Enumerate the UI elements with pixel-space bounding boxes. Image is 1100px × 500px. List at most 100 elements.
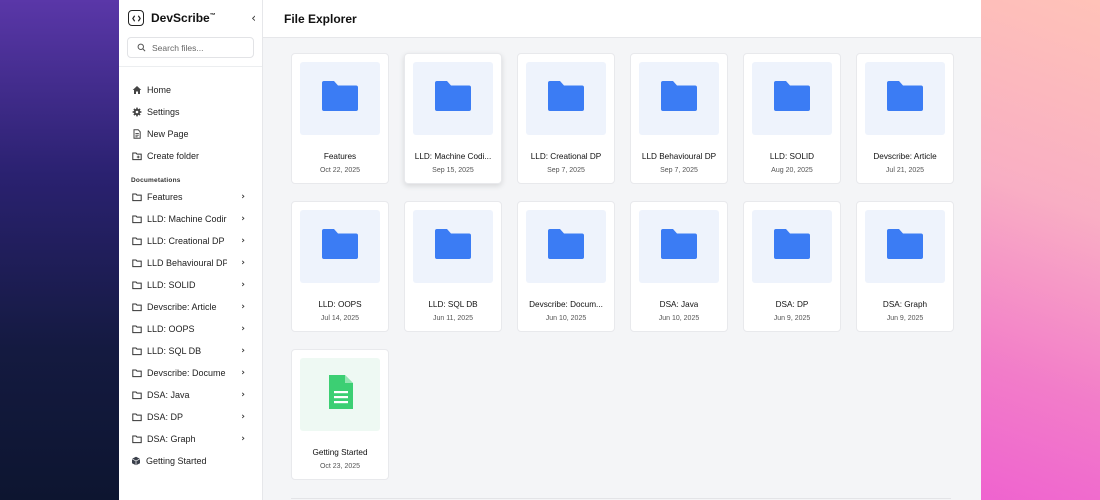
chevron-right-icon[interactable]: › bbox=[241, 258, 245, 268]
search-box[interactable] bbox=[127, 37, 254, 58]
sidebar-folder-lld-solid[interactable]: LLD: SOLID › bbox=[119, 274, 262, 296]
folder-icon bbox=[132, 434, 142, 444]
sidebar-item-create-folder[interactable]: Create folder bbox=[119, 145, 262, 167]
folder-card-lld-machine-codi[interactable]: LLD: Machine Codi... Sep 15, 2025 bbox=[404, 53, 502, 184]
card-thumbnail bbox=[526, 62, 606, 135]
card-thumbnail bbox=[752, 62, 832, 135]
desktop-background-left bbox=[0, 0, 119, 500]
card-thumbnail bbox=[865, 62, 945, 135]
folder-icon bbox=[885, 76, 925, 121]
chevron-right-icon[interactable]: › bbox=[241, 324, 245, 334]
sidebar-item-label: Getting Started bbox=[146, 456, 207, 466]
documentation-nav: Features › LLD: Machine Codir › LLD: Creatio… bbox=[119, 186, 262, 450]
sidebar-item-getting-started[interactable]: Getting Started bbox=[119, 450, 262, 472]
sidebar-folder-lld-oops[interactable]: LLD: OOPS › bbox=[119, 318, 262, 340]
file-card-getting-started[interactable]: Getting Started Oct 23, 2025 bbox=[291, 349, 389, 480]
folder-card-dsa-java[interactable]: DSA: Java Jun 10, 2025 bbox=[630, 201, 728, 332]
folder-icon bbox=[320, 76, 360, 121]
new-page-icon bbox=[132, 129, 142, 139]
folder-card-lld-sql-db[interactable]: LLD: SQL DB Jun 11, 2025 bbox=[404, 201, 502, 332]
folder-icon bbox=[772, 224, 812, 269]
card-date: Jun 10, 2025 bbox=[658, 315, 700, 322]
card-date: Jun 9, 2025 bbox=[886, 315, 924, 322]
card-thumbnail bbox=[865, 210, 945, 283]
sidebar-folder-devscribe-docume[interactable]: Devscribe: Docume › bbox=[119, 362, 262, 384]
sidebar-item-label: Settings bbox=[147, 107, 180, 117]
page-title: File Explorer bbox=[284, 11, 357, 26]
folder-card-lld-solid[interactable]: LLD: SOLID Aug 20, 2025 bbox=[743, 53, 841, 184]
sidebar-folder-lld-machine-codir[interactable]: LLD: Machine Codir › bbox=[119, 208, 262, 230]
folder-icon bbox=[132, 390, 142, 400]
folder-icon bbox=[132, 236, 142, 246]
sidebar-folder-lld-sql-db[interactable]: LLD: SQL DB › bbox=[119, 340, 262, 362]
folder-icon bbox=[659, 224, 699, 269]
sidebar-item-label: LLD Behavioural DP bbox=[147, 258, 227, 268]
card-date: Jun 11, 2025 bbox=[433, 315, 473, 322]
sidebar-item-new-page[interactable]: New Page bbox=[119, 123, 262, 145]
desktop-background-right bbox=[981, 0, 1100, 500]
sidebar-folder-dsa-dp[interactable]: DSA: DP › bbox=[119, 406, 262, 428]
sidebar-item-label: LLD: Creational DP bbox=[147, 236, 225, 246]
folder-icon bbox=[433, 224, 473, 269]
card-thumbnail bbox=[639, 62, 719, 135]
chevron-right-icon[interactable]: › bbox=[241, 412, 245, 422]
folder-card-features[interactable]: Features Oct 22, 2025 bbox=[291, 53, 389, 184]
folder-card-devscribe-article[interactable]: Devscribe: Article Jul 21, 2025 bbox=[856, 53, 954, 184]
card-thumbnail bbox=[413, 210, 493, 283]
chevron-right-icon[interactable]: › bbox=[241, 434, 245, 444]
chevron-right-icon[interactable]: › bbox=[241, 214, 245, 224]
sidebar-item-label: LLD: Machine Codir bbox=[147, 214, 227, 224]
search-icon bbox=[137, 43, 146, 52]
card-thumbnail bbox=[300, 210, 380, 283]
chevron-right-icon[interactable]: › bbox=[241, 368, 245, 378]
chevron-right-icon[interactable]: › bbox=[241, 280, 245, 290]
app-logo-icon bbox=[128, 10, 144, 26]
chevron-right-icon[interactable]: › bbox=[241, 302, 245, 312]
card-thumbnail bbox=[526, 210, 606, 283]
card-date: Sep 7, 2025 bbox=[660, 167, 698, 174]
app-window: DevScribe™ ‹ Home Settings New Page Create … bbox=[119, 0, 981, 500]
section-label-documentations: Documetations bbox=[131, 177, 181, 184]
chevron-right-icon[interactable]: › bbox=[241, 192, 245, 202]
sidebar-item-settings[interactable]: Settings bbox=[119, 101, 262, 123]
sidebar-item-home[interactable]: Home bbox=[119, 79, 262, 101]
sidebar-folder-lld-creational-dp[interactable]: LLD: Creational DP › bbox=[119, 230, 262, 252]
chevron-right-icon[interactable]: › bbox=[241, 236, 245, 246]
chevron-right-icon[interactable]: › bbox=[241, 346, 245, 356]
sidebar-item-label: DSA: Graph bbox=[147, 434, 196, 444]
card-date: Sep 15, 2025 bbox=[432, 167, 474, 174]
folder-icon bbox=[132, 192, 142, 202]
sidebar-item-label: LLD: OOPS bbox=[147, 324, 195, 334]
home-icon bbox=[132, 85, 142, 95]
folder-icon bbox=[132, 214, 142, 224]
card-title: LLD: OOPS bbox=[318, 300, 362, 309]
folder-card-lld-behavioural-dp[interactable]: LLD Behavioural DP Sep 7, 2025 bbox=[630, 53, 728, 184]
folder-card-dsa-graph[interactable]: DSA: Graph Jun 9, 2025 bbox=[856, 201, 954, 332]
brand-header: DevScribe™ ‹ bbox=[119, 0, 262, 36]
sidebar-item-label: Devscribe: Article bbox=[147, 302, 217, 312]
sidebar-folder-dsa-graph[interactable]: DSA: Graph › bbox=[119, 428, 262, 450]
chevron-right-icon[interactable]: › bbox=[241, 390, 245, 400]
card-title: Devscribe: Docum... bbox=[529, 300, 603, 309]
card-thumbnail bbox=[413, 62, 493, 135]
folder-card-dsa-dp[interactable]: DSA: DP Jun 9, 2025 bbox=[743, 201, 841, 332]
main-nav: Home Settings New Page Create folder bbox=[119, 79, 262, 167]
folder-card-devscribe-docum[interactable]: Devscribe: Docum... Jun 10, 2025 bbox=[517, 201, 615, 332]
card-date: Oct 22, 2025 bbox=[319, 167, 361, 174]
folder-icon bbox=[132, 302, 142, 312]
sidebar-folder-features[interactable]: Features › bbox=[119, 186, 262, 208]
sidebar-folder-dsa-java[interactable]: DSA: Java › bbox=[119, 384, 262, 406]
card-date: Jun 9, 2025 bbox=[773, 315, 811, 322]
folder-card-lld-creational-dp[interactable]: LLD: Creational DP Sep 7, 2025 bbox=[517, 53, 615, 184]
sidebar-folder-devscribe-article[interactable]: Devscribe: Article › bbox=[119, 296, 262, 318]
collapse-sidebar-icon[interactable]: ‹ bbox=[251, 11, 256, 25]
card-title: Features bbox=[323, 152, 357, 161]
sidebar-folder-lld-behavioural-dp[interactable]: LLD Behavioural DP › bbox=[119, 252, 262, 274]
main-content: File Explorer Features Oct 22, 2025 LLD: M… bbox=[263, 0, 981, 500]
sidebar-item-label: Features bbox=[147, 192, 183, 202]
card-date: Sep 7, 2025 bbox=[547, 167, 585, 174]
folder-card-lld-oops[interactable]: LLD: OOPS Jul 14, 2025 bbox=[291, 201, 389, 332]
card-title: DSA: Java bbox=[659, 300, 699, 309]
card-date: Oct 23, 2025 bbox=[319, 463, 361, 470]
search-input[interactable] bbox=[152, 42, 252, 53]
